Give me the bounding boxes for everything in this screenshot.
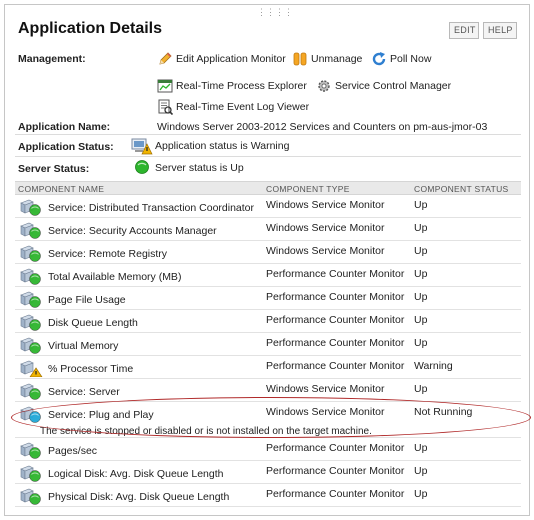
component-type: Performance Counter Monitor bbox=[266, 488, 405, 500]
component-up-icon bbox=[19, 222, 43, 239]
event-log-icon bbox=[157, 99, 174, 116]
component-name-link[interactable]: Service: Remote Registry bbox=[48, 248, 167, 260]
component-type: Performance Counter Monitor bbox=[266, 337, 405, 349]
component-status: Up bbox=[414, 314, 428, 326]
component-type: Windows Service Monitor bbox=[266, 222, 385, 234]
component-name-link[interactable]: Pages/sec bbox=[48, 445, 97, 457]
action-label: Service Control Manager bbox=[335, 80, 452, 92]
server-status-label: Server Status: bbox=[18, 163, 90, 175]
component-type: Performance Counter Monitor bbox=[266, 360, 405, 372]
action-label: Edit Application Monitor bbox=[176, 53, 286, 65]
component-type: Performance Counter Monitor bbox=[266, 291, 405, 303]
component-type: Windows Service Monitor bbox=[266, 383, 385, 395]
component-name-link[interactable]: Logical Disk: Avg. Disk Queue Length bbox=[48, 468, 224, 480]
component-type: Performance Counter Monitor bbox=[266, 465, 405, 477]
component-up-icon bbox=[19, 442, 43, 459]
component-name-link[interactable]: Virtual Memory bbox=[48, 340, 118, 352]
gear-icon bbox=[316, 78, 332, 94]
application-status-label: Application Status: bbox=[18, 141, 114, 153]
real-time-process-explorer-link[interactable]: Real-Time Process Explorer bbox=[157, 78, 307, 94]
help-button[interactable]: HELP bbox=[483, 22, 517, 39]
application-name-label: Application Name: bbox=[18, 121, 111, 133]
component-name-link[interactable]: Physical Disk: Avg. Disk Queue Length bbox=[48, 491, 229, 503]
real-time-event-log-viewer-link[interactable]: Real-Time Event Log Viewer bbox=[157, 99, 310, 116]
component-up-icon bbox=[19, 245, 43, 262]
refresh-icon bbox=[371, 51, 387, 67]
edit-button[interactable]: EDIT bbox=[449, 22, 479, 39]
pencil-icon bbox=[157, 51, 173, 67]
process-explorer-icon bbox=[157, 78, 173, 94]
component-status: Up bbox=[414, 488, 428, 500]
drag-handle-icon[interactable]: ⋮⋮⋮⋮ bbox=[257, 8, 293, 17]
component-up-icon bbox=[19, 488, 43, 505]
component-status: Up bbox=[414, 268, 428, 280]
component-status: Up bbox=[414, 222, 428, 234]
action-label: Unmanage bbox=[311, 53, 363, 65]
application-name-value: Windows Server 2003-2012 Services and Co… bbox=[157, 121, 488, 133]
component-up-icon bbox=[19, 337, 43, 354]
component-up-icon bbox=[19, 268, 43, 285]
component-status: Up bbox=[414, 199, 428, 211]
component-type: Performance Counter Monitor bbox=[266, 442, 405, 454]
table-row: Virtual Memory Performance Counter Monito… bbox=[15, 333, 521, 356]
component-up-icon bbox=[19, 291, 43, 308]
component-status: Up bbox=[414, 442, 428, 454]
table-row: % Processor Time Performance Counter Moni… bbox=[15, 356, 521, 379]
action-label: Poll Now bbox=[390, 53, 432, 65]
component-warning-icon bbox=[19, 360, 43, 378]
component-status: Up bbox=[414, 291, 428, 303]
page-title: Application Details bbox=[18, 20, 163, 37]
component-name-link[interactable]: Disk Queue Length bbox=[48, 317, 138, 329]
pause-icon bbox=[292, 51, 308, 67]
component-name-link[interactable]: % Processor Time bbox=[48, 363, 133, 375]
table-row: Physical Disk: Avg. Disk Queue Length Per… bbox=[15, 484, 521, 507]
action-label: Real-Time Event Log Viewer bbox=[176, 101, 310, 113]
application-status-row: Application Status: Application status i… bbox=[15, 136, 521, 157]
server-up-icon bbox=[134, 159, 150, 175]
application-warning-icon bbox=[131, 137, 153, 155]
component-table-header: COMPONENT NAME COMPONENT TYPE COMPONENT … bbox=[15, 181, 521, 195]
component-status: Up bbox=[414, 383, 428, 395]
column-header-status: COMPONENT STATUS bbox=[414, 184, 509, 194]
action-label: Real-Time Process Explorer bbox=[176, 80, 307, 92]
highlight-ellipse bbox=[11, 397, 531, 438]
table-row: Page File Usage Performance Counter Monit… bbox=[15, 287, 521, 310]
component-up-icon bbox=[19, 314, 43, 331]
service-control-manager-link[interactable]: Service Control Manager bbox=[316, 78, 451, 94]
application-name-row: Application Name: Windows Server 2003-20… bbox=[15, 119, 521, 135]
component-type: Performance Counter Monitor bbox=[266, 268, 405, 280]
server-status-value: Server status is Up bbox=[155, 162, 244, 174]
component-name-link[interactable]: Service: Distributed Transaction Coordin… bbox=[48, 202, 254, 214]
table-row: Total Available Memory (MB) Performance C… bbox=[15, 264, 521, 287]
component-up-icon bbox=[19, 199, 43, 216]
unmanage-link[interactable]: Unmanage bbox=[292, 51, 362, 67]
component-type: Windows Service Monitor bbox=[266, 199, 385, 211]
component-up-icon bbox=[19, 383, 43, 400]
component-status: Up bbox=[414, 337, 428, 349]
table-row: Service: Distributed Transaction Coordin… bbox=[15, 195, 521, 218]
component-status: Up bbox=[414, 245, 428, 257]
component-status: Warning bbox=[414, 360, 453, 372]
component-type: Windows Service Monitor bbox=[266, 245, 385, 257]
component-name-link[interactable]: Total Available Memory (MB) bbox=[48, 271, 181, 283]
component-status: Up bbox=[414, 465, 428, 477]
component-up-icon bbox=[19, 465, 43, 482]
table-row: Pages/sec Performance Counter Monitor Up bbox=[15, 438, 521, 461]
server-status-row: Server Status: Server status is Up bbox=[15, 158, 521, 177]
component-type: Performance Counter Monitor bbox=[266, 314, 405, 326]
table-row: Logical Disk: Avg. Disk Queue Length Perf… bbox=[15, 461, 521, 484]
application-details-panel: ⋮⋮⋮⋮ Application Details EDIT HELP Manag… bbox=[4, 4, 531, 516]
edit-application-monitor-link[interactable]: Edit Application Monitor bbox=[157, 51, 286, 67]
table-row: Service: Remote Registry Windows Service … bbox=[15, 241, 521, 264]
table-row: Service: Security Accounts Manager Window… bbox=[15, 218, 521, 241]
component-name-link[interactable]: Page File Usage bbox=[48, 294, 126, 306]
application-status-value: Application status is Warning bbox=[155, 140, 290, 152]
column-header-type: COMPONENT TYPE bbox=[266, 184, 350, 194]
table-row: Disk Queue Length Performance Counter Mon… bbox=[15, 310, 521, 333]
poll-now-link[interactable]: Poll Now bbox=[371, 51, 431, 67]
column-header-name: COMPONENT NAME bbox=[18, 184, 105, 194]
component-name-link[interactable]: Service: Server bbox=[48, 386, 120, 398]
component-name-link[interactable]: Service: Security Accounts Manager bbox=[48, 225, 217, 237]
management-label: Management: bbox=[18, 53, 86, 65]
